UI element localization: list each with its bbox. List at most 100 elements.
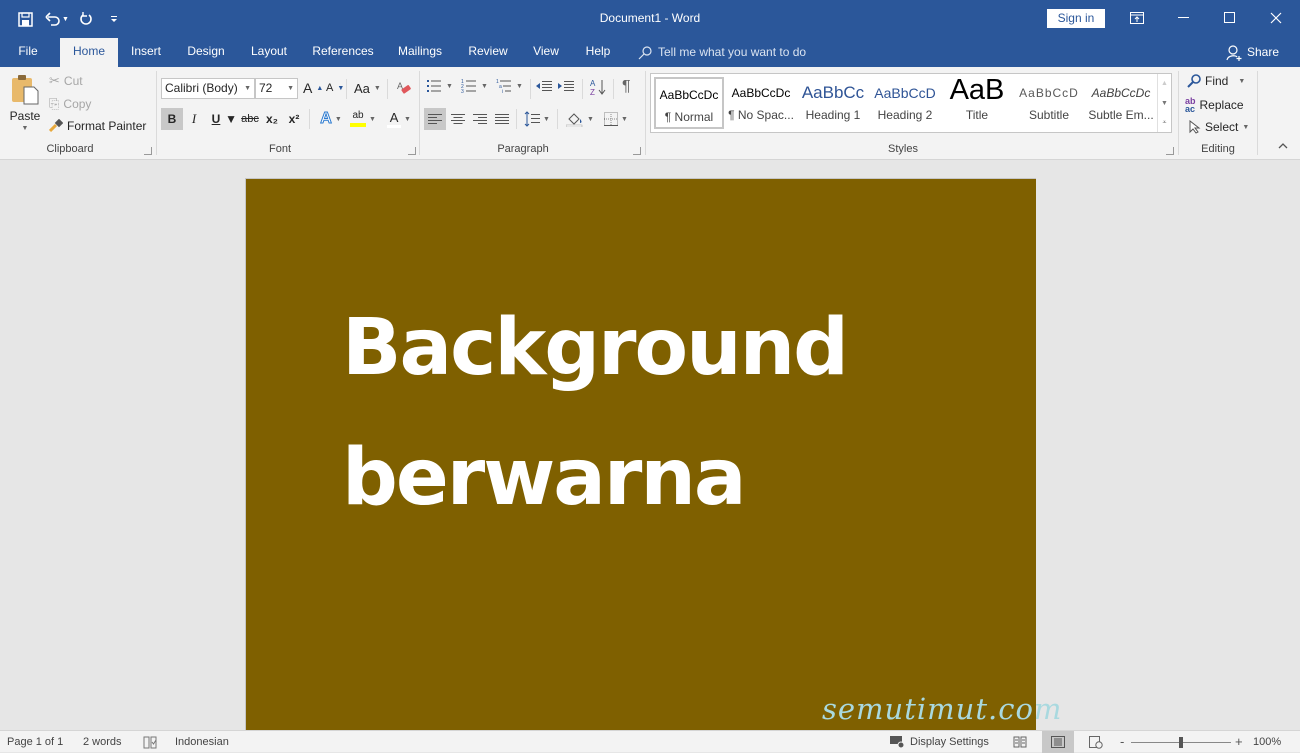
display-settings-button[interactable]: Display Settings: [890, 731, 989, 753]
tab-design[interactable]: Design: [180, 38, 232, 67]
display-settings-label: Display Settings: [910, 736, 989, 748]
tab-view[interactable]: View: [528, 38, 564, 67]
underline-dropdown-icon[interactable]: ▼: [225, 108, 237, 130]
proofing-status-button[interactable]: [143, 731, 157, 753]
page-count[interactable]: Page 1 of 1: [7, 731, 63, 753]
maximize-button[interactable]: [1207, 4, 1253, 32]
document-page[interactable]: Background berwarna semutimut.com: [245, 178, 1061, 738]
zoom-slider-thumb[interactable]: [1179, 737, 1183, 748]
read-mode-button[interactable]: [1013, 731, 1027, 753]
styles-scroll-down-icon[interactable]: ▼: [1157, 94, 1171, 114]
paste-button[interactable]: Paste ▼: [8, 73, 42, 132]
zoom-level[interactable]: 100%: [1253, 731, 1281, 753]
style-heading-2[interactable]: AaBbCcD Heading 2: [870, 77, 940, 129]
replace-label: Replace: [1199, 98, 1244, 112]
select-button[interactable]: Select ▼: [1189, 120, 1249, 134]
find-button[interactable]: Find ▼: [1187, 74, 1245, 88]
grow-font-button[interactable]: A ▲: [303, 80, 323, 96]
line-spacing-button[interactable]: ▼: [522, 108, 552, 130]
styles-launcher-icon[interactable]: [1166, 147, 1174, 155]
align-right-button[interactable]: [469, 108, 491, 130]
sign-in-button[interactable]: Sign in: [1047, 9, 1105, 28]
show-hide-marks-button[interactable]: ¶: [622, 78, 631, 96]
tab-mailings[interactable]: Mailings: [392, 38, 448, 67]
tab-review[interactable]: Review: [462, 38, 514, 67]
zoom-slider[interactable]: [1131, 731, 1231, 753]
shrink-font-button[interactable]: A ▼: [326, 82, 344, 94]
replace-button[interactable]: ab ac Replace: [1185, 97, 1244, 114]
increase-indent-button[interactable]: [558, 80, 574, 92]
format-painter-button[interactable]: Format Painter: [49, 119, 146, 133]
web-layout-button[interactable]: [1089, 731, 1103, 753]
text-effects-button[interactable]: A ▼: [316, 108, 346, 130]
sort-button[interactable]: AZ: [590, 78, 606, 96]
justify-icon: [495, 114, 509, 124]
style-preview: AaBbCcD: [874, 85, 936, 101]
language-indicator[interactable]: Indonesian: [175, 731, 229, 753]
align-left-button[interactable]: [424, 108, 446, 130]
decrease-indent-button[interactable]: [536, 80, 552, 92]
style-normal[interactable]: AaBbCcDc ¶ Normal: [654, 77, 724, 129]
borders-button[interactable]: ▼: [600, 108, 632, 130]
group-separator: [645, 71, 646, 155]
superscript-button[interactable]: x²: [285, 108, 303, 130]
share-button[interactable]: Share: [1226, 38, 1279, 67]
underline-button[interactable]: U: [206, 108, 226, 130]
chevron-down-icon: ▼: [244, 85, 251, 92]
align-center-button[interactable]: [447, 108, 469, 130]
status-bar: Page 1 of 1 2 words Indonesian Display S…: [0, 730, 1300, 753]
multilevel-list-button[interactable]: 1 a i ▼: [496, 79, 523, 93]
chevron-up-icon: [1278, 143, 1288, 149]
bullets-button[interactable]: ▼: [426, 79, 453, 93]
clear-formatting-button[interactable]: A: [396, 80, 412, 96]
document-body-text[interactable]: Background berwarna: [342, 283, 849, 543]
zoom-in-button[interactable]: +: [1235, 731, 1243, 753]
maximize-icon: [1224, 12, 1235, 23]
tell-me-search[interactable]: Tell me what you want to do: [638, 38, 806, 67]
change-case-button[interactable]: Aa ▼: [354, 81, 381, 96]
style-subtitle[interactable]: AaBbCcD Subtitle: [1014, 77, 1084, 129]
highlight-button[interactable]: ab ▼: [348, 108, 378, 130]
close-button[interactable]: [1253, 4, 1299, 32]
italic-button[interactable]: I: [184, 108, 204, 130]
numbering-button[interactable]: 1 2 3 ▼: [461, 79, 488, 93]
paragraph-launcher-icon[interactable]: [633, 147, 641, 155]
word-count[interactable]: 2 words: [83, 731, 122, 753]
clipboard-launcher-icon[interactable]: [144, 147, 152, 155]
shading-button[interactable]: ▼: [564, 108, 596, 130]
styles-more-icon[interactable]: ⩡: [1157, 114, 1171, 132]
group-separator: [1257, 71, 1258, 155]
tab-references[interactable]: References: [306, 38, 380, 67]
tab-layout[interactable]: Layout: [244, 38, 294, 67]
sort-az-icon: AZ: [590, 79, 606, 96]
style-name: Title: [965, 108, 989, 122]
styles-scroll-up-icon[interactable]: ▲: [1157, 74, 1171, 94]
style-heading-1[interactable]: AaBbCc Heading 1: [798, 77, 868, 129]
font-size-combo[interactable]: 72 ▼: [255, 78, 298, 99]
strikethrough-button[interactable]: abc: [239, 108, 261, 130]
justify-button[interactable]: [491, 108, 513, 130]
tab-insert[interactable]: Insert: [124, 38, 168, 67]
font-color-icon: A: [387, 111, 402, 128]
style-subtle-emphasis[interactable]: AaBbCcDc Subtle Em...: [1086, 77, 1156, 129]
watermark-text: semutimut.com: [822, 692, 1063, 726]
grow-font-icon: A: [303, 80, 313, 96]
ribbon-display-options-button[interactable]: [1114, 4, 1160, 32]
tab-file[interactable]: File: [8, 38, 48, 67]
font-color-button[interactable]: A ▼: [384, 108, 414, 130]
paste-dropdown-icon[interactable]: ▼: [22, 125, 29, 132]
zoom-out-button[interactable]: -: [1120, 731, 1124, 753]
font-name-combo[interactable]: Calibri (Body) ▼: [161, 78, 255, 99]
cut-button[interactable]: ✂ Cut: [49, 73, 83, 89]
style-no-spacing[interactable]: AaBbCcDc ¶ No Spac...: [726, 77, 796, 129]
subscript-button[interactable]: x₂: [263, 108, 281, 130]
minimize-button[interactable]: [1161, 4, 1207, 32]
style-title[interactable]: AaB Title: [942, 77, 1012, 129]
collapse-ribbon-button[interactable]: [1278, 143, 1288, 149]
tab-help[interactable]: Help: [580, 38, 616, 67]
font-launcher-icon[interactable]: [408, 147, 416, 155]
bold-button[interactable]: B: [161, 108, 183, 130]
print-layout-button[interactable]: [1042, 731, 1074, 753]
tab-home[interactable]: Home: [60, 38, 118, 67]
copy-button[interactable]: ⎘ Copy: [49, 96, 91, 112]
